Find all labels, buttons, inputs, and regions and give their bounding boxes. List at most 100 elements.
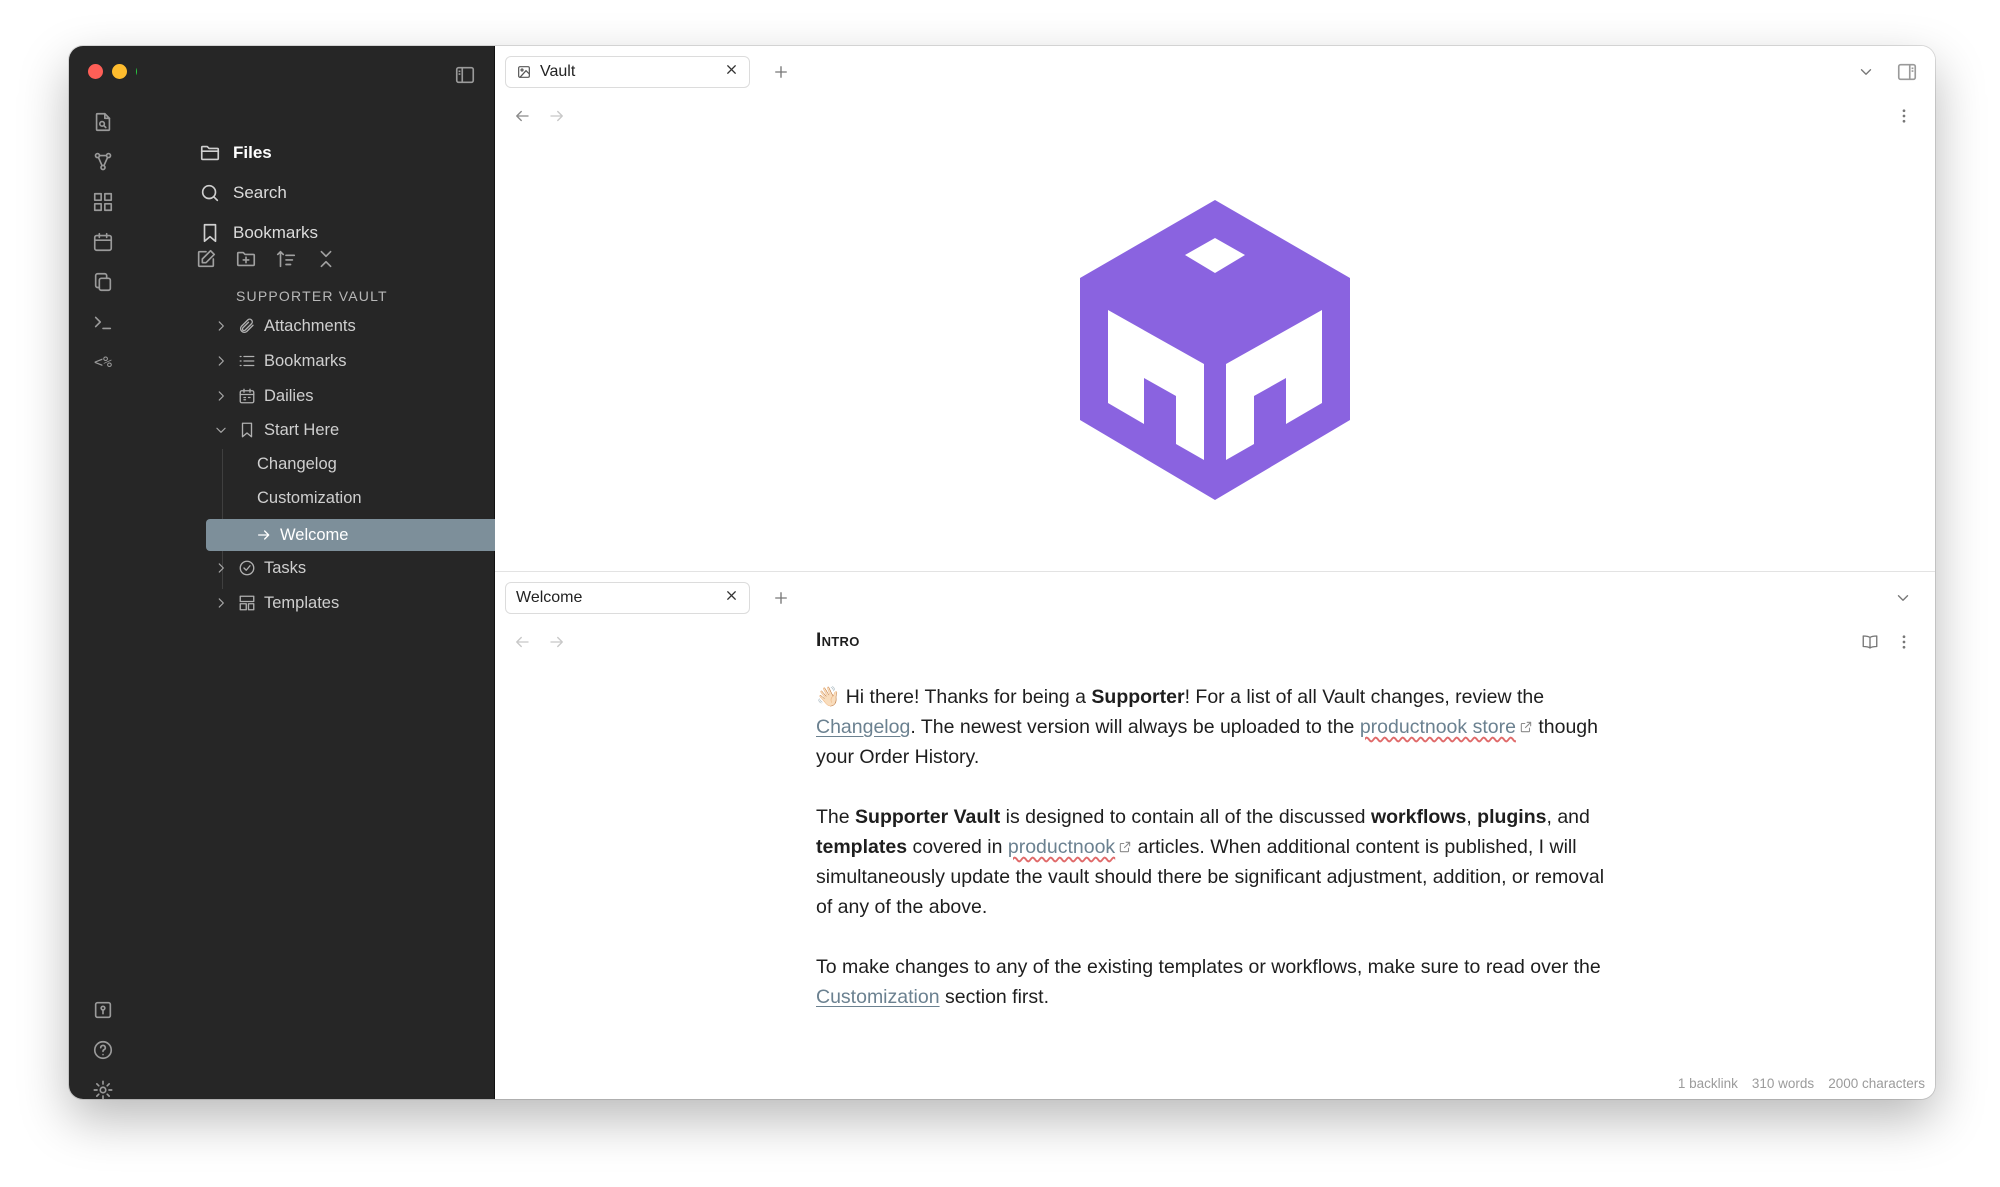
forward-arrow-icon[interactable] xyxy=(544,103,570,129)
sort-icon[interactable] xyxy=(271,244,301,274)
status-bar: 1 backlink 310 words 2000 characters xyxy=(1678,1076,1925,1091)
nav-search[interactable]: Search xyxy=(199,178,287,208)
tab-title: Welcome xyxy=(516,589,583,606)
tree-folder-tasks[interactable]: Tasks xyxy=(212,553,306,583)
tab-list-chevron-icon[interactable] xyxy=(1888,583,1918,613)
paragraph-intro: 👋🏻 Hi there! Thanks for being a Supporte… xyxy=(816,682,1616,772)
tree-label: Customization xyxy=(257,488,362,507)
folder-icon xyxy=(200,145,220,161)
new-tab-icon[interactable] xyxy=(768,585,794,611)
text-bold: Supporter Vault xyxy=(855,806,1001,828)
reading-view-icon[interactable] xyxy=(1857,629,1883,655)
close-window-button[interactable] xyxy=(88,64,103,79)
text-bold: plugins xyxy=(1477,806,1547,828)
tree-label: Tasks xyxy=(264,558,307,577)
productnook-store-link[interactable]: productnook store xyxy=(1360,716,1516,738)
close-tab-icon[interactable] xyxy=(724,588,739,608)
text: . The newest version will always be uplo… xyxy=(910,716,1360,738)
text: The xyxy=(816,806,856,828)
bookmark-icon xyxy=(203,223,217,243)
nav-files[interactable]: Files xyxy=(199,138,272,168)
close-tab-icon[interactable] xyxy=(724,62,739,82)
tree-file-changelog[interactable]: Changelog xyxy=(257,449,337,479)
vault-switch-icon[interactable] xyxy=(83,992,123,1028)
list-icon xyxy=(238,352,256,370)
tree-label: Templates xyxy=(264,593,340,612)
tab-welcome[interactable]: Welcome xyxy=(505,582,750,614)
calendar-icon xyxy=(238,387,256,405)
text: To make changes to any of the existing t… xyxy=(816,956,1601,978)
character-count: 2000 characters xyxy=(1828,1076,1925,1091)
tree-folder-dailies[interactable]: Dailies xyxy=(212,381,314,411)
tree-folder-bookmarks[interactable]: Bookmarks xyxy=(212,346,347,376)
more-options-icon[interactable] xyxy=(1891,629,1917,655)
canvas-icon[interactable] xyxy=(83,184,123,220)
templater-icon[interactable]: <% xyxy=(83,344,123,380)
tree-label: Changelog xyxy=(257,454,337,473)
top-pane: Vault xyxy=(495,46,1935,572)
tab-list-chevron-icon[interactable] xyxy=(1851,57,1881,87)
terminal-icon[interactable] xyxy=(83,304,123,340)
text: covered in xyxy=(907,836,1008,858)
chevron-right-icon xyxy=(212,319,230,333)
chevron-right-icon xyxy=(212,389,230,403)
wave-emoji: 👋🏻 xyxy=(816,686,841,708)
nav-search-label: Search xyxy=(233,183,287,202)
calendar-icon[interactable] xyxy=(83,224,123,260)
tree-folder-templates[interactable]: Templates xyxy=(212,588,339,618)
chevron-right-icon xyxy=(212,561,230,575)
text-bold: templates xyxy=(816,836,908,858)
productnook-link[interactable]: productnook xyxy=(1008,836,1115,858)
app-window: <% Files Search Bookmarks SUPPORTER VAUL… xyxy=(69,46,1935,1099)
template-icon xyxy=(238,594,256,612)
check-circle-icon xyxy=(238,559,256,577)
graph-icon[interactable] xyxy=(83,144,123,180)
bookmark-icon xyxy=(238,421,256,439)
more-options-icon[interactable] xyxy=(1891,103,1917,129)
settings-icon[interactable] xyxy=(83,1072,123,1099)
right-sidebar-toggle-icon[interactable] xyxy=(1892,57,1922,87)
back-arrow-icon[interactable] xyxy=(509,629,535,655)
customization-link[interactable]: Customization xyxy=(816,986,940,1008)
text: , xyxy=(1466,806,1478,828)
tree-folder-start-here[interactable]: Start Here xyxy=(212,415,339,445)
tree-label: Welcome xyxy=(280,525,349,544)
sidebar-toggle-icon[interactable] xyxy=(450,60,480,90)
forward-arrow-icon[interactable] xyxy=(544,629,570,655)
changelog-link[interactable]: Changelog xyxy=(816,716,910,738)
paperclip-icon xyxy=(238,317,256,335)
paragraph-vault: The Supporter Vault is designed to conta… xyxy=(816,802,1616,922)
tree-folder-attachments[interactable]: Attachments xyxy=(212,311,356,341)
back-arrow-icon[interactable] xyxy=(509,103,535,129)
tab-title: Vault xyxy=(540,63,576,80)
chevron-down-icon xyxy=(212,423,230,437)
new-folder-icon[interactable] xyxy=(231,244,261,274)
new-note-icon[interactable] xyxy=(191,244,221,274)
copy-icon[interactable] xyxy=(83,264,123,300)
sidebar: Files Search Bookmarks SUPPORTER VAULT A… xyxy=(137,46,546,1099)
tree-label: Attachments xyxy=(264,316,356,335)
text: , and xyxy=(1546,806,1590,828)
ribbon: <% xyxy=(69,46,151,1099)
tree-label: Start Here xyxy=(264,420,340,439)
chevron-right-icon xyxy=(212,596,230,610)
minimize-window-button[interactable] xyxy=(112,64,127,79)
tree-file-customization[interactable]: Customization xyxy=(257,483,362,513)
collapse-all-icon[interactable] xyxy=(311,244,341,274)
new-tab-icon[interactable] xyxy=(768,59,794,85)
help-icon[interactable] xyxy=(83,1032,123,1068)
bottom-pane: Welcome Intro 👋🏻 Hi there! Thanks for be… xyxy=(495,572,1935,1099)
nav-bookmarks-label: Bookmarks xyxy=(233,223,319,242)
text: section first. xyxy=(939,986,1050,1008)
paragraph-customization: To make changes to any of the existing t… xyxy=(816,952,1616,1012)
arrow-right-icon xyxy=(258,530,270,540)
text: Hi there! Thanks for being a xyxy=(840,686,1092,708)
tab-vault[interactable]: Vault xyxy=(505,56,750,88)
chevron-right-icon xyxy=(212,354,230,368)
file-search-icon[interactable] xyxy=(83,104,123,140)
note-heading: Intro xyxy=(816,630,860,651)
search-icon xyxy=(201,184,219,202)
vault-name: SUPPORTER VAULT xyxy=(236,288,388,304)
backlink-count[interactable]: 1 backlink xyxy=(1678,1076,1738,1091)
external-link-icon xyxy=(1118,833,1132,853)
